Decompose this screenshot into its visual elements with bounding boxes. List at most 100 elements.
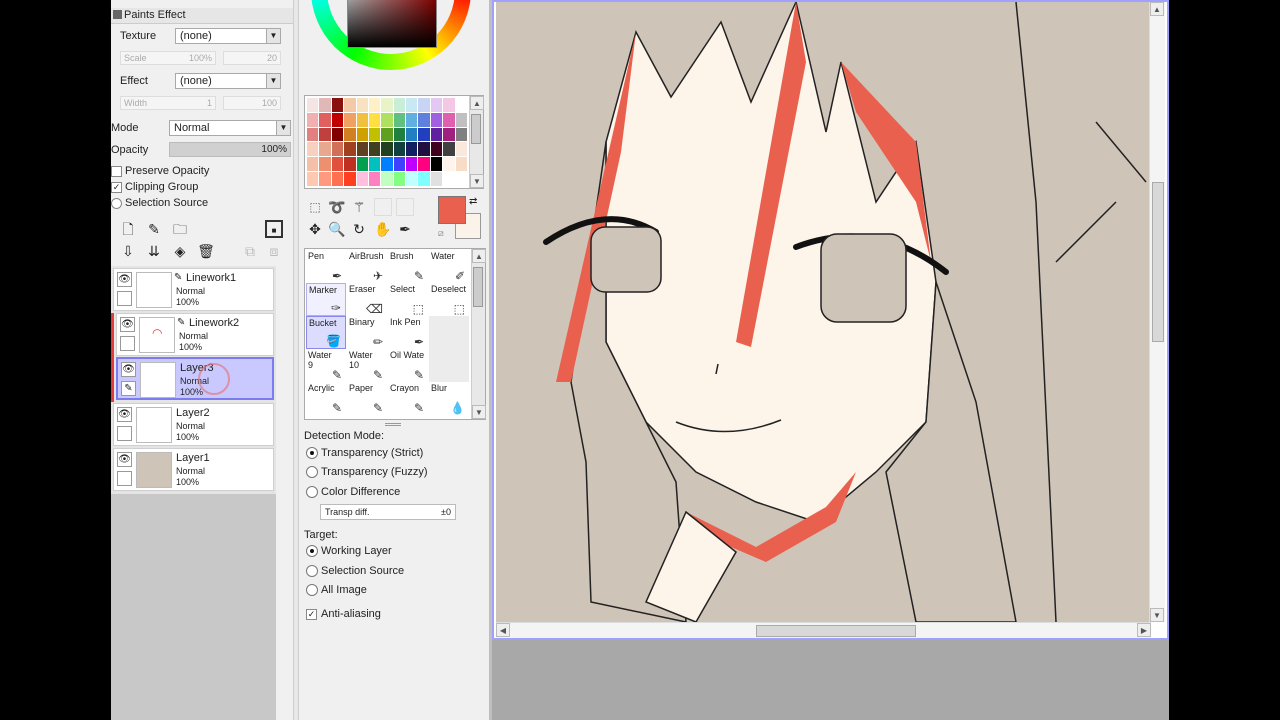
scroll-up-icon[interactable]: ▲ xyxy=(1150,2,1164,16)
width-number-field[interactable]: 100 xyxy=(223,96,281,110)
clipping-group-checkbox[interactable]: ✓ Clipping Group xyxy=(111,180,198,194)
layer-row-linework1[interactable]: 👁 ✎ Linework1 Normal 100% xyxy=(113,268,274,311)
color-swatch[interactable] xyxy=(331,112,344,127)
foreground-color[interactable] xyxy=(438,196,466,224)
color-swatch[interactable] xyxy=(393,112,406,127)
color-swatch[interactable] xyxy=(331,142,344,157)
eye-icon[interactable]: 👁 xyxy=(117,452,132,467)
scroll-thumb[interactable] xyxy=(756,625,916,637)
color-swatch[interactable] xyxy=(430,112,443,127)
scroll-down-icon[interactable]: ▼ xyxy=(472,405,486,419)
color-swatch[interactable] xyxy=(356,127,368,142)
color-swatch[interactable] xyxy=(381,157,393,172)
lock-toggle[interactable] xyxy=(117,291,132,306)
color-swatch[interactable] xyxy=(418,157,430,172)
color-swatch[interactable] xyxy=(356,112,368,127)
scroll-left-icon[interactable]: ◀ xyxy=(496,623,510,637)
color-swatch[interactable] xyxy=(344,157,356,172)
brush-crayon[interactable]: Crayon ✎ xyxy=(388,382,428,415)
color-swatch[interactable] xyxy=(443,157,455,172)
brush-select[interactable]: Select ⬚ xyxy=(388,283,428,316)
vertical-scrollbar[interactable]: ▲ ▼ xyxy=(1149,2,1165,622)
collapse-icon[interactable] xyxy=(113,10,122,19)
brush-deselect[interactable]: Deselect ⬚ xyxy=(429,283,469,316)
color-swatch[interactable] xyxy=(344,112,356,127)
paints-effect-header[interactable]: Paints Effect xyxy=(111,8,293,24)
brush-bucket[interactable]: Bucket 🪣 xyxy=(306,316,346,349)
scroll-thumb[interactable] xyxy=(473,267,483,307)
color-swatch[interactable] xyxy=(356,142,368,157)
brush-marker[interactable]: Marker ✑ xyxy=(306,283,346,316)
color-swatch[interactable] xyxy=(331,127,344,142)
transp-diff-slider[interactable]: Transp diff. ±0 xyxy=(320,504,456,520)
clear-layer-icon[interactable]: ◈ xyxy=(171,242,189,260)
color-swatch[interactable] xyxy=(393,157,406,172)
color-swatch[interactable] xyxy=(393,98,406,112)
color-swatch[interactable] xyxy=(368,172,381,186)
texture-dropdown[interactable]: (none) ▼ xyxy=(175,28,281,44)
color-swatch[interactable] xyxy=(319,127,331,142)
color-swatch[interactable] xyxy=(307,142,319,157)
preserve-opacity-checkbox[interactable]: Preserve Opacity xyxy=(111,164,209,178)
color-swatch[interactable] xyxy=(455,142,467,157)
color-swatch[interactable] xyxy=(319,172,331,186)
layer-row-layer3[interactable]: 👁 ✎ Layer3 Normal 100% xyxy=(116,357,274,400)
color-swatch[interactable] xyxy=(455,112,467,127)
new-layer-icon[interactable]: 🗋 xyxy=(119,220,137,238)
brush-airbrush[interactable]: AirBrush ✈ xyxy=(347,250,387,283)
rect-select-icon[interactable]: ⬚ xyxy=(306,198,324,216)
radio-working-layer[interactable]: Working Layer xyxy=(304,544,392,558)
effect-dropdown[interactable]: (none) ▼ xyxy=(175,73,281,89)
magic-wand-icon[interactable]: ⚚ xyxy=(350,198,368,216)
brush-water[interactable]: Water ✐ xyxy=(429,250,469,283)
scale-number-field[interactable]: 20 xyxy=(223,51,281,65)
color-swatch[interactable] xyxy=(307,157,319,172)
width-field[interactable]: Width 1 xyxy=(120,96,216,110)
layer-mask-icon[interactable]: ■ xyxy=(265,220,283,238)
brush-ink-pen[interactable]: Ink Pen ✒ xyxy=(388,316,428,349)
swatch-scrollbar[interactable]: ▲ ▼ xyxy=(469,96,484,188)
brush-eraser[interactable]: Eraser ⌫ xyxy=(347,283,387,316)
lock-toggle[interactable] xyxy=(120,336,135,351)
color-swatch[interactable] xyxy=(393,127,406,142)
transparent-color-icon[interactable]: ⧄ xyxy=(438,228,444,239)
transfer-down-icon[interactable]: ⇩ xyxy=(119,242,137,260)
color-swatch[interactable] xyxy=(307,112,319,127)
artwork-canvas[interactable] xyxy=(496,2,1151,622)
color-swatch[interactable] xyxy=(393,172,406,186)
horizontal-scrollbar[interactable]: ◀ ▶ xyxy=(496,622,1151,638)
hand-icon[interactable]: ✋ xyxy=(374,220,392,238)
brush-lock-icon[interactable]: ✎ xyxy=(121,381,136,396)
color-swatch[interactable] xyxy=(319,112,331,127)
scroll-thumb[interactable] xyxy=(1152,182,1164,342)
color-swatch[interactable] xyxy=(430,98,443,112)
layer-row-layer1[interactable]: 👁 Layer1 Normal 100% xyxy=(113,448,274,491)
rotate-icon[interactable]: ↻ xyxy=(350,220,368,238)
delete-layer-icon[interactable]: 🗑 xyxy=(197,242,215,260)
brush-paper[interactable]: Paper ✎ xyxy=(347,382,387,415)
eye-icon[interactable]: 👁 xyxy=(117,407,132,422)
color-swatch[interactable] xyxy=(455,157,467,172)
color-swatch[interactable] xyxy=(307,98,319,112)
color-swatch[interactable] xyxy=(393,142,406,157)
eye-icon[interactable]: 👁 xyxy=(121,362,136,377)
anti-aliasing-checkbox[interactable]: ✓ Anti-aliasing xyxy=(306,607,381,621)
color-swatch[interactable] xyxy=(406,112,418,127)
color-swatch[interactable] xyxy=(406,157,418,172)
color-swatch[interactable] xyxy=(443,98,455,112)
radio-color-difference[interactable]: Color Difference xyxy=(304,485,400,499)
color-swatch[interactable] xyxy=(406,98,418,112)
move-icon[interactable]: ✥ xyxy=(306,220,324,238)
new-linework-layer-icon[interactable]: ✎ xyxy=(145,220,163,238)
new-folder-icon[interactable]: 🗀 xyxy=(171,220,189,238)
opacity-slider[interactable]: 100% xyxy=(169,142,291,157)
color-swatch[interactable] xyxy=(356,98,368,112)
scroll-right-icon[interactable]: ▶ xyxy=(1137,623,1151,637)
color-swatch[interactable] xyxy=(443,142,455,157)
color-swatch[interactable] xyxy=(344,142,356,157)
brush-pen[interactable]: Pen ✒ xyxy=(306,250,346,283)
color-swatch[interactable] xyxy=(331,157,344,172)
merge-down-icon[interactable]: ⇊ xyxy=(145,242,163,260)
swap-colors-icon[interactable]: ⇄ xyxy=(469,196,477,207)
color-swatch[interactable] xyxy=(368,127,381,142)
